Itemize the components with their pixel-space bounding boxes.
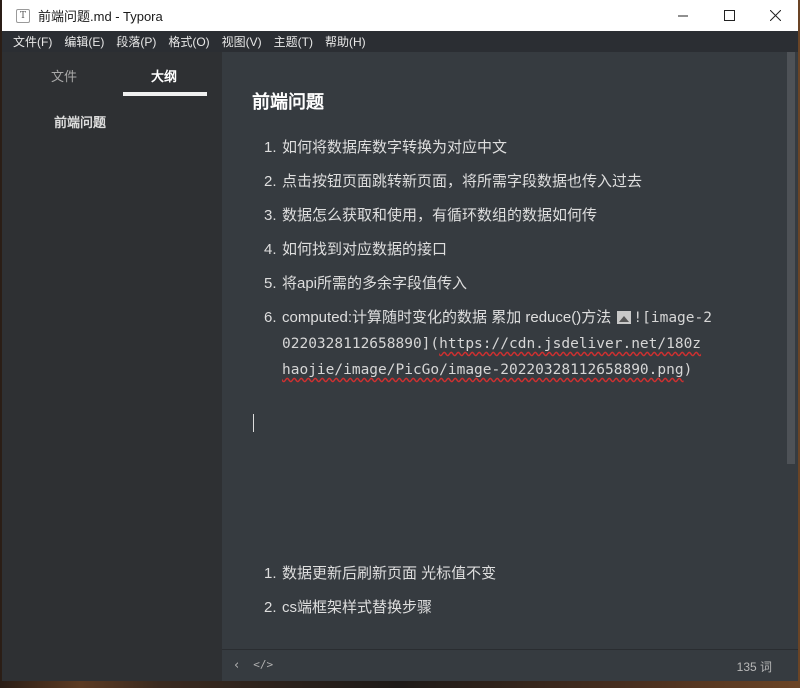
menu-help[interactable]: 帮助(H)	[325, 33, 366, 50]
vertical-scrollbar[interactable]	[787, 52, 795, 464]
menu-format[interactable]: 格式(O)	[168, 33, 209, 50]
list-item[interactable]: 1. 如何将数据库数字转换为对应中文	[264, 138, 754, 172]
list-item[interactable]: 5. 将api所需的多余字段值传入	[264, 274, 754, 308]
image-url-part1: https://cdn.jsdeliver.net/180z	[439, 336, 702, 352]
tab-outline[interactable]: 大纲	[151, 66, 177, 85]
menu-edit[interactable]: 编辑(E)	[64, 33, 104, 50]
sidebar: 文件 大纲 前端问题	[2, 52, 222, 681]
maximize-icon	[723, 10, 735, 21]
close-icon	[769, 10, 781, 21]
active-tab-indicator	[123, 92, 207, 96]
list-item[interactable]: 3. 数据怎么获取和使用，有循环数组的数据如何传	[264, 206, 754, 240]
list-item[interactable]: 2. cs端框架样式替换步骤	[264, 598, 664, 632]
ordered-list: 1. 如何将数据库数字转换为对应中文 2. 点击按钮页面跳转新页面，将所需字段数据也…	[264, 138, 754, 383]
list-item-text: 将api所需的多余字段值传入	[282, 275, 468, 292]
broken-image-icon[interactable]	[617, 311, 632, 324]
menu-view[interactable]: 视图(V)	[222, 33, 262, 50]
typora-app-icon: T	[16, 8, 30, 23]
title-bar[interactable]: T 前端问题.md - Typora	[2, 0, 798, 31]
list-item-text: 数据更新后刷新页面 光标值不变	[282, 565, 497, 582]
minimize-icon	[677, 15, 688, 17]
status-bar: ‹ </> 135 词	[222, 649, 798, 681]
menu-bar: 文件(F) 编辑(E) 段落(P) 格式(O) 视图(V) 主题(T) 帮助(H…	[2, 31, 798, 52]
list-item-text: 点击按钮页面跳转新页面，将所需字段数据也传入过去	[282, 173, 643, 190]
text-cursor	[253, 414, 254, 432]
document-heading[interactable]: 前端问题	[252, 88, 324, 114]
word-count[interactable]: 135 词	[737, 658, 772, 675]
image-url-part2: haojie/image/PicGo/image-202203281126588…	[282, 362, 684, 378]
outline-item[interactable]: 前端问题	[54, 112, 106, 131]
toggle-sidebar-icon[interactable]: ‹	[234, 658, 239, 673]
ordered-list-2: 1. 数据更新后刷新页面 光标值不变 2. cs端框架样式替换步骤	[264, 564, 664, 632]
list-item-text: 如何找到对应数据的接口	[282, 241, 448, 258]
minimize-button[interactable]	[660, 0, 706, 31]
window-title: 前端问题.md - Typora	[38, 9, 163, 24]
maximize-button[interactable]	[706, 0, 752, 31]
list-item[interactable]: 6. computed:计算随时变化的数据 累加 reduce()方法 ![im…	[264, 305, 754, 383]
list-item-text: 数据怎么获取和使用，有循环数组的数据如何传	[282, 207, 598, 224]
image-markdown-name: 0220328112658890](	[282, 336, 440, 352]
list-item[interactable]: 1. 数据更新后刷新页面 光标值不变	[264, 564, 664, 598]
menu-paragraph[interactable]: 段落(P)	[116, 33, 156, 50]
list-item[interactable]: 2. 点击按钮页面跳转新页面，将所需字段数据也传入过去	[264, 172, 754, 206]
list-item-text: cs端框架样式替换步骤	[282, 599, 433, 616]
list-item-text: computed:计算随时变化的数据 累加 reduce()方法 ![image…	[282, 309, 712, 378]
tab-files[interactable]: 文件	[51, 66, 77, 85]
list-item[interactable]: 4. 如何找到对应数据的接口	[264, 240, 754, 274]
image-markdown-close: )	[683, 362, 693, 378]
menu-file[interactable]: 文件(F)	[13, 33, 52, 50]
editor-pane[interactable]: 前端问题 1. 如何将数据库数字转换为对应中文 2. 点击按钮页面跳转新页面，将所需…	[222, 52, 798, 649]
list-item-text: 如何将数据库数字转换为对应中文	[282, 139, 508, 156]
source-code-mode-icon[interactable]: </>	[253, 658, 273, 673]
image-markdown-open: ![image-2	[633, 310, 712, 326]
typora-window: T 前端问题.md - Typora 文件(F) 编辑(E) 段落(P) 格式(…	[2, 0, 798, 681]
close-button[interactable]	[752, 0, 798, 31]
menu-theme[interactable]: 主题(T)	[274, 33, 313, 50]
